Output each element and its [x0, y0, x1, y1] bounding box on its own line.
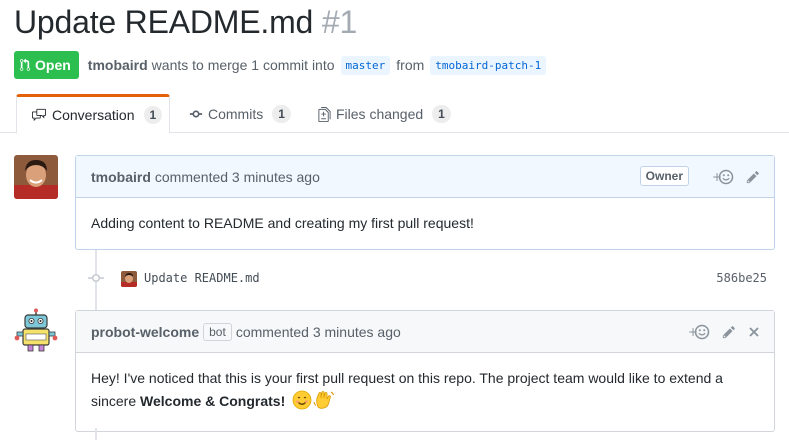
svg-text:+: + — [688, 325, 698, 339]
comment-actions: + — [712, 156, 760, 198]
comment-body: Hey! I've noticed that this is your firs… — [76, 353, 774, 431]
from-text: from — [396, 57, 425, 73]
comment-author[interactable]: tmobaird — [91, 169, 151, 185]
git-commit-icon — [88, 272, 104, 287]
state-badge: Open — [14, 51, 79, 79]
pr-meta: Open tmobaird wants to merge 1 commit in… — [14, 51, 552, 79]
comment-body: Adding content to README and creating my… — [91, 215, 474, 231]
bot-avatar[interactable] — [14, 308, 58, 352]
base-branch[interactable]: master — [340, 55, 391, 75]
tab-conversation-label: Conversation — [52, 107, 135, 123]
tab-conversation[interactable]: Conversation 1 — [16, 94, 170, 134]
tab-commits[interactable]: Commits 1 — [175, 94, 305, 134]
comment-1: tmobaird commented 3 minutes ago Owner +… — [75, 155, 775, 250]
tab-files-changed[interactable]: Files changed 1 — [304, 94, 465, 134]
commit-avatar[interactable] — [121, 271, 137, 287]
comment-timestamp[interactable]: commented 3 minutes ago — [155, 169, 320, 185]
comment-body-bold: Welcome & Congrats! — [140, 393, 286, 409]
pr-tabs: Conversation 1 Commits 1 Files changed 1 — [0, 94, 789, 134]
tab-commits-count: 1 — [272, 105, 291, 123]
add-reaction-icon[interactable]: + — [688, 324, 710, 340]
avatar[interactable] — [14, 155, 58, 199]
head-branch[interactable]: tmobaird-patch-1 — [430, 55, 547, 75]
comment-timestamp[interactable]: commented 3 minutes ago — [236, 324, 401, 340]
comment-2: probot-welcome bot commented 3 minutes a… — [75, 310, 775, 432]
waving-hand-emoji-icon — [313, 390, 335, 417]
commit-sha-link[interactable]: 586be25 — [716, 271, 767, 285]
timeline-line — [95, 428, 97, 440]
comment-header: tmobaird commented 3 minutes ago Owner + — [76, 156, 774, 198]
commit-message-link[interactable]: Update README.md — [144, 271, 260, 285]
comment-header: probot-welcome bot commented 3 minutes a… — [76, 311, 774, 353]
comment-author[interactable]: probot-welcome — [91, 324, 199, 340]
bot-label: bot — [203, 322, 232, 341]
svg-text:+: + — [712, 170, 722, 184]
smiling-face-emoji-icon — [292, 390, 312, 417]
add-reaction-icon[interactable]: + — [712, 169, 734, 185]
pr-title: Update README.md — [14, 4, 314, 40]
git-commit-icon — [189, 107, 203, 121]
comment-discussion-icon — [31, 108, 47, 122]
state-label: Open — [35, 57, 71, 73]
merge-text: wants to merge 1 commit into — [151, 57, 335, 73]
tab-files-changed-count: 1 — [432, 105, 451, 123]
git-pull-request-icon — [20, 58, 30, 72]
pr-author-link[interactable]: tmobaird — [88, 57, 148, 73]
pr-number: #1 — [321, 4, 358, 40]
owner-label: Owner — [639, 166, 689, 186]
edit-pencil-icon[interactable] — [746, 170, 760, 184]
commit-row: Update README.md 586be25 — [0, 268, 789, 288]
close-icon[interactable] — [748, 326, 760, 338]
edit-pencil-icon[interactable] — [722, 325, 736, 339]
comment-actions: + — [688, 311, 760, 353]
tab-commits-label: Commits — [208, 106, 264, 122]
pr-title-row: Update README.md #1 — [14, 4, 357, 41]
tab-files-changed-label: Files changed — [336, 106, 424, 122]
file-diff-icon — [318, 106, 331, 122]
tab-conversation-count: 1 — [143, 106, 163, 124]
